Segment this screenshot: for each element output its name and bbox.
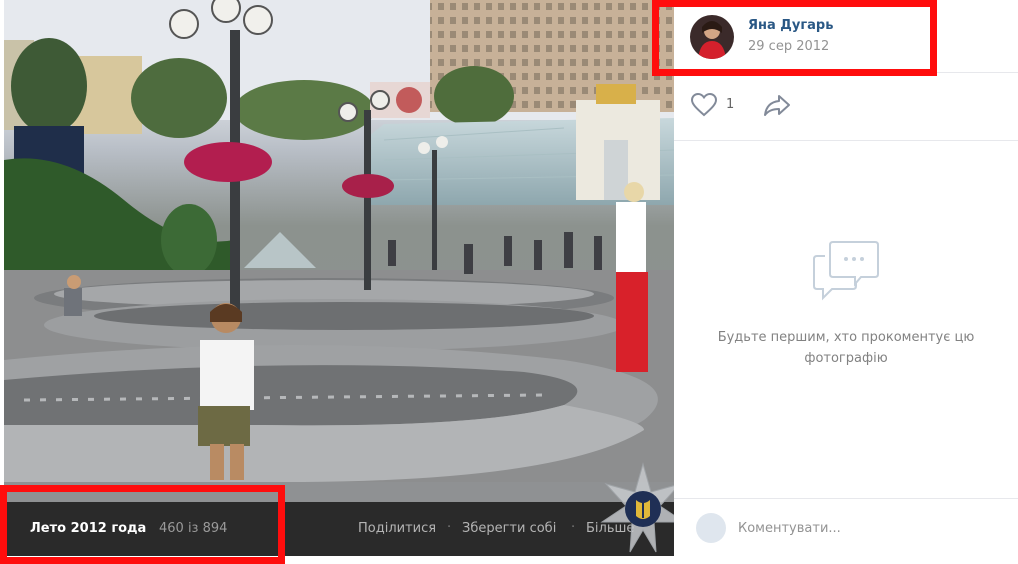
author-header: Яна Дугарь 29 сер 2012 (674, 0, 1018, 72)
photo-viewer: Лето 2012 года 460 із 894 Поділитися · З… (0, 0, 1018, 564)
share-photo-link[interactable]: Поділитися (358, 521, 436, 536)
share-arrow-icon (764, 95, 790, 116)
comment-user-avatar (696, 513, 726, 543)
photo[interactable] (4, 0, 674, 502)
author-avatar[interactable] (690, 15, 734, 59)
heart-icon (690, 92, 718, 117)
photo-scene (4, 0, 674, 502)
post-date: 29 сер 2012 (748, 39, 830, 54)
separator-dot: · (447, 520, 452, 535)
divider (674, 140, 1018, 141)
photo-bottom-bar: Лето 2012 года 460 із 894 Поділитися · З… (4, 502, 674, 556)
album-title-link[interactable]: Лето 2012 года (30, 521, 146, 536)
user-avatar-icon (690, 15, 734, 59)
divider (674, 72, 1018, 73)
photo-counter: 460 із 894 (159, 521, 228, 536)
like-button[interactable] (690, 92, 718, 118)
no-comments-message: Будьте першим, хто прокоментує цю фотогр… (717, 330, 975, 366)
author-name-link[interactable]: Яна Дугарь (748, 18, 833, 33)
like-count: 1 (726, 97, 735, 112)
separator-dot: · (571, 520, 576, 535)
save-photo-link[interactable]: Зберегти собі (462, 521, 556, 536)
share-button[interactable] (762, 92, 792, 122)
comment-input[interactable] (738, 514, 998, 542)
photo-side-panel: Яна Дугарь 29 сер 2012 1 Будьте першим, … (674, 0, 1018, 556)
speech-bubbles-icon (813, 241, 879, 301)
divider (674, 498, 1018, 499)
